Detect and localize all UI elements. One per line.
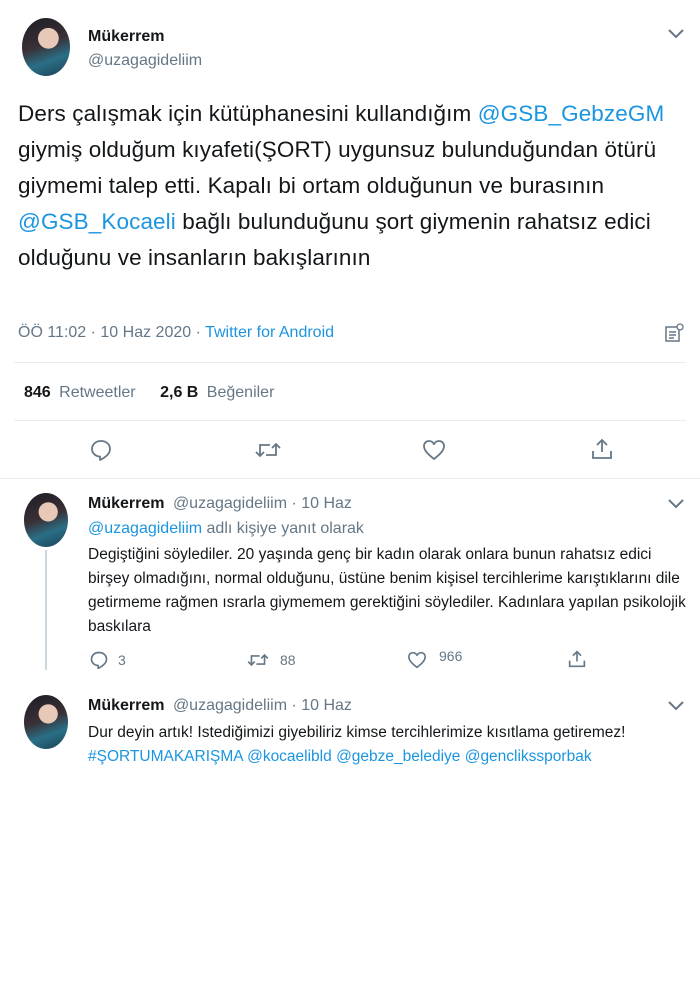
heart-icon[interactable] xyxy=(406,650,428,670)
retweet-icon[interactable] xyxy=(253,437,283,463)
share-icon[interactable] xyxy=(589,436,615,462)
likes-count[interactable]: 2,6 B xyxy=(160,384,198,401)
tweet-meta: ÖÖ 11:02 · 10 Haz 2020 · Twitter for And… xyxy=(18,324,334,342)
chevron-down-icon[interactable] xyxy=(664,697,688,715)
mention-link[interactable]: @genclikssporbak xyxy=(465,748,592,765)
avatar[interactable] xyxy=(22,18,70,76)
author-name[interactable]: Mükerrem xyxy=(88,495,164,512)
divider xyxy=(14,362,686,363)
author-handle[interactable]: @uzagagideliim xyxy=(88,52,202,70)
retweets-count[interactable]: 846 xyxy=(24,384,51,401)
mention-link[interactable]: @gebze_belediye xyxy=(336,748,460,765)
analytics-icon[interactable] xyxy=(662,322,686,344)
reply-text-part: Dur deyin artık! Istediğimizi giyebiliri… xyxy=(88,724,626,741)
tweet-timestamp[interactable]: ÖÖ 11:02 · 10 Haz 2020 · xyxy=(18,324,205,341)
reply-header: Mükerrem @uzagagideliim · 10 Haz xyxy=(88,495,352,513)
reply-header: Mükerrem @uzagagideliim · 10 Haz xyxy=(88,697,352,715)
section-separator xyxy=(0,478,700,479)
chevron-down-icon[interactable] xyxy=(664,495,688,513)
hashtag-link[interactable]: #ŞORTUMAKARIŞMA xyxy=(88,748,243,765)
mention-link[interactable]: @GSB_Kocaeli xyxy=(18,209,176,234)
author-name[interactable]: Mükerrem xyxy=(88,28,164,46)
tweet-text-part: Ders çalışmak için kütüphanesini kulland… xyxy=(18,101,478,126)
replying-to: @uzagagideliim adlı kişiye yanıt olarak xyxy=(88,520,364,538)
replying-to-label: adlı kişiye yanıt olarak xyxy=(202,520,364,537)
reply-text: Degiştiğini söylediler. 20 yaşında genç … xyxy=(88,546,686,635)
mention-link[interactable]: @uzagagideliim xyxy=(88,520,202,537)
reply-text: Dur deyin artık! Istediğimizi giyebiliri… xyxy=(88,721,686,769)
reply-icon[interactable] xyxy=(88,649,110,671)
author-handle[interactable]: @uzagagideliim · 10 Haz xyxy=(173,697,352,714)
reply-icon[interactable] xyxy=(88,437,114,463)
avatar[interactable] xyxy=(24,695,68,749)
share-icon[interactable] xyxy=(566,648,588,670)
retweets-label[interactable]: Retweetler xyxy=(59,384,135,401)
tweet-source[interactable]: Twitter for Android xyxy=(205,324,334,341)
author-handle[interactable]: @uzagagideliim · 10 Haz xyxy=(173,495,352,512)
retweet-icon[interactable] xyxy=(245,650,271,670)
chevron-down-icon[interactable] xyxy=(664,24,688,44)
thread-line xyxy=(45,550,47,670)
divider xyxy=(14,420,686,421)
tweet-text-part: giymiş olduğum kıyafeti(ŞORT) uygunsuz b… xyxy=(18,137,657,198)
mention-link[interactable]: @GSB_GebzeGM xyxy=(478,101,665,126)
retweet-count: 88 xyxy=(280,652,296,668)
avatar[interactable] xyxy=(24,493,68,547)
mention-link[interactable]: @kocaelibld xyxy=(247,748,332,765)
tweet-text: Ders çalışmak için kütüphanesini kulland… xyxy=(18,96,683,276)
like-count: 966 xyxy=(439,648,463,664)
reply-count: 3 xyxy=(118,652,126,668)
tweet-stats: 846 Retweetler 2,6 B Beğeniler xyxy=(24,384,274,402)
likes-label[interactable]: Beğeniler xyxy=(207,384,275,401)
author-name[interactable]: Mükerrem xyxy=(88,697,164,714)
heart-icon[interactable] xyxy=(421,438,447,462)
